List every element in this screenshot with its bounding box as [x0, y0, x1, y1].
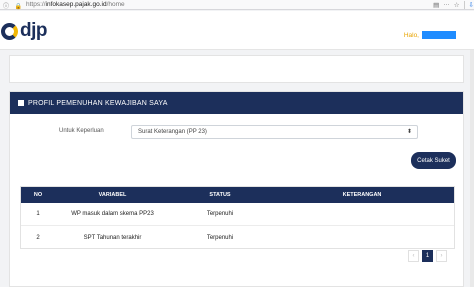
reader-icon[interactable]: ▤ — [433, 1, 439, 10]
row-status: Terpenuhi — [206, 211, 234, 217]
page-scrollbar[interactable] — [470, 50, 474, 287]
browser-toolbar: ⓘ 🔒 https://infokasep.pajak.go.id/home ▤… — [0, 0, 474, 10]
col-no: NO — [33, 192, 43, 198]
app-header: djp Halo, — [0, 11, 474, 50]
row-no: 1 — [36, 211, 40, 217]
prev-page-button[interactable]: ‹ — [408, 250, 419, 262]
djp-logo[interactable]: djp — [1, 20, 48, 42]
next-page-button[interactable]: › — [436, 250, 447, 262]
profile-icon — [18, 100, 24, 106]
row-variabel: SPT Tahunan terakhir — [83, 234, 142, 241]
summary-card — [9, 55, 464, 83]
bookmark-star-icon[interactable]: ☆ — [454, 1, 460, 10]
logo-ring-icon — [1, 22, 18, 40]
col-status: STATUS — [209, 192, 231, 198]
table-header: NO VARIABEL STATUS KETERANGAN — [21, 187, 454, 203]
purpose-label: Untuk Keperluan — [59, 128, 104, 134]
site-info-icon[interactable]: ⓘ 🔒 — [3, 1, 24, 10]
url-host: infokasep.pajak.go.id — [45, 1, 107, 8]
col-keterangan: KETERANGAN — [342, 192, 382, 198]
user-name-redacted — [422, 31, 456, 39]
table-row: 1 WP masuk dalam skema PP23 Terpenuhi — [21, 203, 454, 226]
pagination: ‹ 1 › — [408, 250, 447, 262]
row-status: Terpenuhi — [206, 234, 234, 241]
purpose-form-row: Untuk Keperluan Surat Keterangan (PP 23)… — [10, 125, 463, 139]
toolbar-divider — [463, 1, 465, 9]
compliance-table: NO VARIABEL STATUS KETERANGAN 1 WP masuk… — [20, 186, 455, 249]
logo-text: djp — [20, 20, 48, 41]
purpose-select-value: Surat Keterangan (PP 23) — [138, 129, 207, 135]
print-certificate-button[interactable]: Cetak Suket — [411, 152, 456, 169]
address-bar[interactable]: https://infokasep.pajak.go.id/home — [26, 1, 125, 8]
row-variabel: WP masuk dalam skema PP23 — [71, 211, 154, 217]
card-header: PROFIL PEMENUHAN KEWAJIBAN SAYA — [10, 92, 463, 114]
user-greeting[interactable]: Halo, — [404, 31, 456, 39]
browser-actions: ▤ ··· ☆ ⇩ — [433, 1, 474, 10]
page-1-button[interactable]: 1 — [422, 250, 433, 262]
profile-card: PROFIL PEMENUHAN KEWAJIBAN SAYA Untuk Ke… — [9, 91, 464, 287]
table-row: 2 SPT Tahunan terakhir Terpenuhi — [21, 226, 454, 249]
card-title: PROFIL PEMENUHAN KEWAJIBAN SAYA — [28, 99, 168, 107]
more-actions-icon[interactable]: ··· — [443, 1, 450, 10]
purpose-select[interactable]: Surat Keterangan (PP 23) ⬍ — [131, 125, 418, 139]
col-variabel: VARIABEL — [98, 192, 127, 198]
download-icon[interactable]: ⇩ — [469, 1, 474, 10]
greeting-text: Halo, — [403, 31, 419, 39]
url-prefix: https:// — [26, 1, 46, 8]
url-path: /home — [106, 1, 125, 8]
select-arrow-icon: ⬍ — [406, 129, 412, 135]
row-no: 2 — [36, 234, 40, 241]
